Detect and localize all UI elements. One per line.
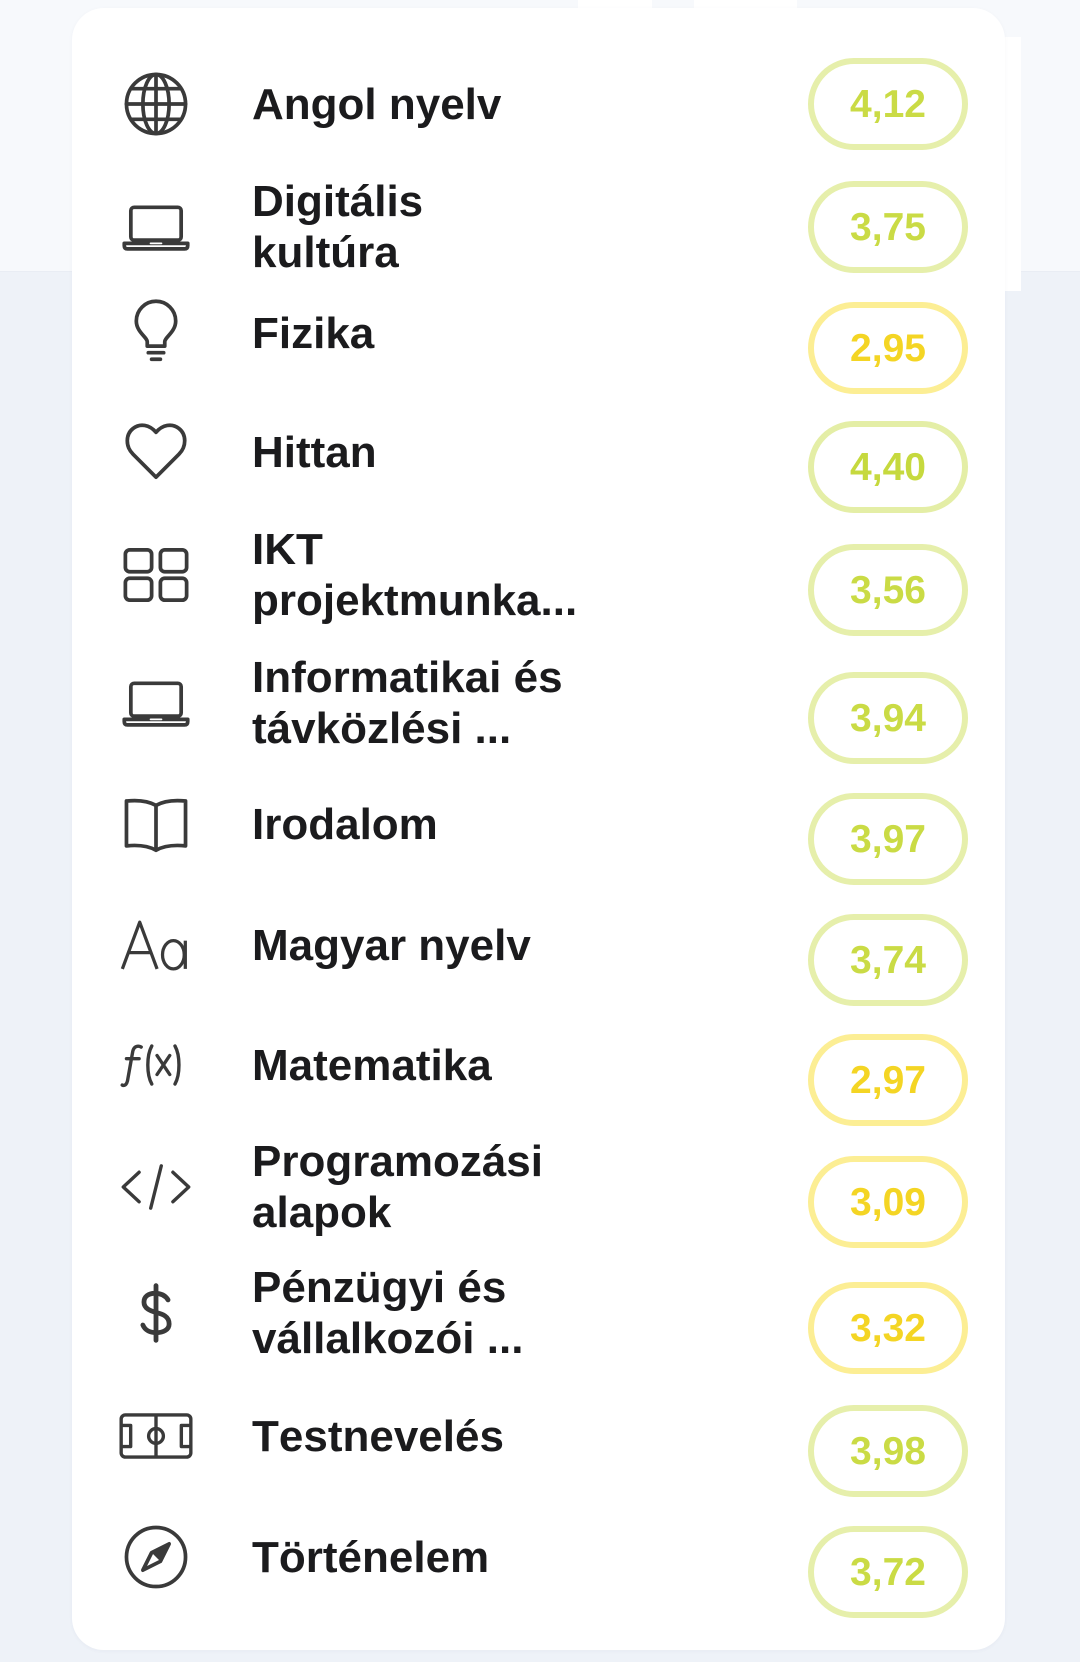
subject-row[interactable]: Testnevelés 3,98 (72, 1391, 1005, 1511)
average-badge: 3,72 (808, 1526, 968, 1618)
book-icon (118, 789, 194, 859)
subject-averages-card: Angol nyelv 4,12 Digitális kultúra 3,75 … (72, 8, 1005, 1650)
average-badge: 3,75 (808, 181, 968, 273)
subject-info: Informatikai és távközlési ... (118, 643, 577, 763)
subject-name: IKT projektmunka... (252, 525, 578, 625)
average-value: 3,32 (850, 1306, 926, 1350)
lightbulb-icon (118, 298, 194, 368)
sports-field-icon (118, 1401, 194, 1471)
average-badge: 2,97 (808, 1034, 968, 1126)
laptop-icon (118, 192, 194, 262)
average-value: 3,94 (850, 696, 926, 740)
subject-row[interactable]: Informatikai és távközlési ... 3,94 (72, 653, 1005, 778)
subject-row[interactable]: Pénzügyi és vállalkozói ... 3,32 (72, 1263, 1005, 1388)
average-badge: 3,94 (808, 672, 968, 764)
compass-icon (118, 1522, 194, 1592)
subject-row[interactable]: Angol nyelv 4,12 (72, 44, 1005, 164)
dollar-icon (118, 1278, 194, 1348)
average-badge: 2,95 (808, 302, 968, 394)
subject-info: Hittan (118, 392, 577, 512)
subject-row[interactable]: Hittan 4,40 (72, 407, 1005, 527)
average-value: 3,75 (850, 205, 926, 249)
average-badge: 4,12 (808, 58, 968, 150)
code-icon (118, 1152, 194, 1222)
subject-row[interactable]: Irodalom 3,97 (72, 779, 1005, 899)
text-format-icon (118, 910, 194, 980)
subject-info: Fizika (118, 273, 577, 393)
average-value: 2,95 (850, 326, 926, 370)
grid-icon (118, 540, 194, 610)
subject-name: Testnevelés (252, 1411, 504, 1461)
subject-row[interactable]: Programozási alapok 3,09 (72, 1137, 1005, 1262)
average-badge: 3,56 (808, 544, 968, 636)
subject-name: Irodalom (252, 799, 438, 849)
subject-row[interactable]: Történelem 3,72 (72, 1512, 1005, 1632)
subject-row[interactable]: IKT projektmunka... 3,56 (72, 525, 1005, 650)
average-value: 3,56 (850, 568, 926, 612)
average-value: 3,74 (850, 938, 926, 982)
subject-info: IKT projektmunka... (118, 515, 577, 635)
subject-info: Matematika (118, 1005, 577, 1125)
subject-list: Angol nyelv 4,12 Digitális kultúra 3,75 … (72, 8, 1005, 1650)
subject-name: Hittan (252, 427, 377, 477)
average-value: 4,12 (850, 82, 926, 126)
average-badge: 3,09 (808, 1156, 968, 1248)
average-badge: 4,40 (808, 421, 968, 513)
average-badge: 3,97 (808, 793, 968, 885)
subject-row[interactable]: Magyar nyelv 3,74 (72, 900, 1005, 1020)
average-value: 3,98 (850, 1429, 926, 1473)
subject-info: Testnevelés (118, 1376, 577, 1496)
subject-name: Angol nyelv (252, 79, 502, 129)
subject-name: Történelem (252, 1532, 490, 1582)
subject-name: Digitális kultúra (252, 177, 424, 277)
globe-icon (118, 69, 194, 139)
average-badge: 3,74 (808, 914, 968, 1006)
average-value: 3,09 (850, 1180, 926, 1224)
subject-name: Magyar nyelv (252, 920, 531, 970)
average-value: 3,97 (850, 817, 926, 861)
subject-name: Matematika (252, 1040, 492, 1090)
average-value: 3,72 (850, 1550, 926, 1594)
subject-info: Magyar nyelv (118, 885, 577, 1005)
subject-name: Informatikai és távközlési ... (252, 653, 563, 753)
function-icon (118, 1030, 194, 1100)
average-value: 4,40 (850, 445, 926, 489)
subject-info: Pénzügyi és vállalkozói ... (118, 1253, 577, 1373)
subject-name: Programozási alapok (252, 1137, 543, 1237)
subject-info: Történelem (118, 1497, 577, 1617)
average-badge: 3,32 (808, 1282, 968, 1374)
subject-name: Pénzügyi és vállalkozói ... (252, 1263, 524, 1363)
laptop-icon (118, 668, 194, 738)
subject-name: Fizika (252, 308, 375, 358)
subject-info: Irodalom (118, 764, 577, 884)
subject-info: Angol nyelv (118, 44, 577, 164)
subject-row[interactable]: Digitális kultúra 3,75 (72, 167, 1005, 287)
subject-info: Digitális kultúra (118, 167, 577, 287)
heart-icon (118, 417, 194, 487)
average-badge: 3,98 (808, 1405, 968, 1497)
average-value: 2,97 (850, 1058, 926, 1102)
subject-row[interactable]: Fizika 2,95 (72, 288, 1005, 408)
subject-row[interactable]: Matematika 2,97 (72, 1020, 1005, 1140)
subject-info: Programozási alapok (118, 1127, 577, 1247)
